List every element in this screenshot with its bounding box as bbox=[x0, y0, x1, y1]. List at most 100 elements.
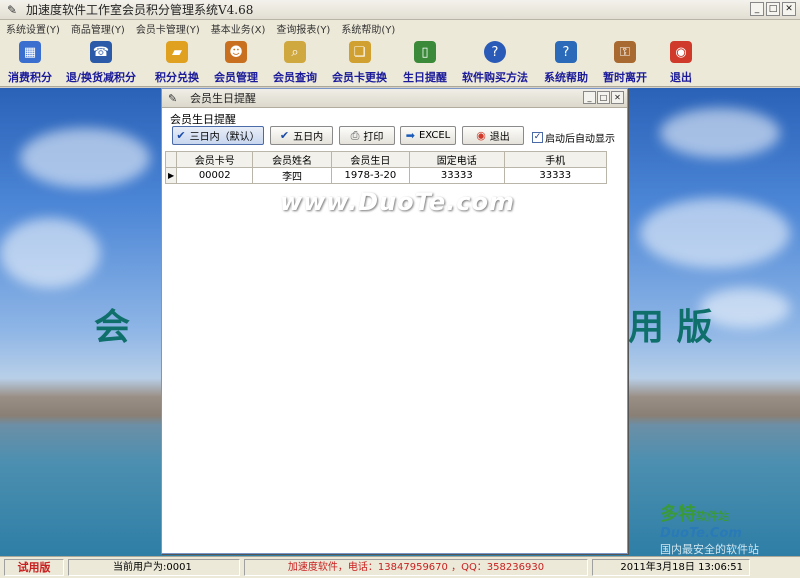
menu-card-management[interactable]: 会员卡管理(Y) bbox=[136, 21, 200, 36]
watermark-right: 用 版 bbox=[628, 306, 713, 348]
cloud bbox=[20, 128, 150, 188]
birthday-grid: 会员卡号 会员姓名 会员生日 固定电话 手机 ▶ 00002 李四 1978-3… bbox=[164, 151, 607, 184]
toolbar-birthday-reminder[interactable]: ▯ 生日提醒 bbox=[403, 39, 447, 85]
dialog-maximize-button[interactable]: □ bbox=[597, 91, 610, 104]
toolbar-member-management[interactable]: ☻ 会员管理 bbox=[214, 39, 258, 85]
toolbar-label: 会员管理 bbox=[214, 71, 258, 84]
dialog-minimize-button[interactable]: _ bbox=[583, 91, 596, 104]
minimize-button[interactable]: _ bbox=[750, 2, 764, 16]
table-row[interactable]: ▶ 00002 李四 1978-3-20 33333 33333 bbox=[164, 167, 607, 184]
checkbox-label: 启动后自动显示 bbox=[545, 134, 615, 145]
button-label: 五日内 bbox=[293, 132, 324, 143]
menu-basic-business[interactable]: 基本业务(X) bbox=[211, 21, 266, 36]
dialog-toolbar: ✔ 三日内（默认） ✔ 五日内 ⎙ 打印 ➡ EXCEL ◉ 退出 ✓ 启动后自… bbox=[162, 123, 627, 149]
column-header[interactable]: 手机 bbox=[503, 151, 607, 168]
three-days-button[interactable]: ✔ 三日内（默认） bbox=[172, 126, 264, 145]
duote-logo: 多特软件站 DuoTe.Com 国内最安全的软件站 bbox=[660, 500, 759, 556]
check-icon: ✔ bbox=[176, 129, 186, 142]
folder-icon: ▰ bbox=[166, 41, 188, 63]
logo-domain: DuoTe.Com bbox=[660, 526, 742, 541]
cellphone-icon: ▯ bbox=[414, 41, 436, 63]
dialog-exit-button[interactable]: ◉ 退出 bbox=[462, 126, 524, 145]
menu-system-settings[interactable]: 系统设置(Y) bbox=[6, 21, 60, 36]
cloud bbox=[0, 218, 100, 288]
main-toolbar: ▦ 消费积分 ☎ 退/换货减积分 ▰ 积分兑换 ☻ 会员管理 ⌕ 会员查询 ❏ … bbox=[0, 37, 800, 87]
row-indicator-icon: ▶ bbox=[164, 167, 178, 184]
logo-text: 多特 bbox=[660, 504, 696, 525]
toolbar-label: 退出 bbox=[670, 71, 692, 84]
toolbar-label: 暂时离开 bbox=[603, 71, 647, 84]
column-header[interactable]: 会员姓名 bbox=[252, 151, 332, 168]
logo-text-small: 软件站 bbox=[696, 510, 729, 523]
toolbar-label: 生日提醒 bbox=[403, 71, 447, 84]
toolbar-label: 积分兑换 bbox=[155, 71, 199, 84]
column-header[interactable]: 会员卡号 bbox=[176, 151, 254, 168]
checkbox-check-icon: ✓ bbox=[532, 132, 543, 143]
cell-name[interactable]: 李四 bbox=[252, 167, 332, 184]
grid-header-row: 会员卡号 会员姓名 会员生日 固定电话 手机 bbox=[164, 151, 607, 168]
toolbar-label: 会员查询 bbox=[273, 71, 317, 84]
button-label: EXCEL bbox=[418, 130, 451, 141]
column-header[interactable]: 固定电话 bbox=[409, 151, 505, 168]
dialog-close-button[interactable]: ✕ bbox=[611, 91, 624, 104]
row-indicator-header bbox=[164, 151, 178, 168]
cell-phone[interactable]: 33333 bbox=[409, 167, 505, 184]
menu-help[interactable]: 系统帮助(Y) bbox=[341, 21, 395, 36]
toolbar-label: 系统帮助 bbox=[544, 71, 588, 84]
menu-reports[interactable]: 查询报表(Y) bbox=[276, 21, 330, 36]
cloud bbox=[660, 108, 780, 158]
window-title: 加速度软件工作室会员积分管理系统V4.68 bbox=[26, 3, 254, 17]
status-bar: 试用版 当前用户为:0001 加速度软件，电话：13847959670 ，QQ：… bbox=[0, 556, 800, 578]
menu-product-management[interactable]: 商品管理(Y) bbox=[71, 21, 125, 36]
trial-badge: 试用版 bbox=[4, 559, 64, 576]
print-button[interactable]: ⎙ 打印 bbox=[339, 126, 395, 145]
search-icon: ⌕ bbox=[284, 41, 306, 63]
toolbar-return-points[interactable]: ☎ 退/换货减积分 bbox=[66, 39, 136, 85]
birthday-reminder-dialog: ✎ 会员生日提醒 _ □ ✕ 会员生日提醒 ✔ 三日内（默认） ✔ 五日内 ⎙ … bbox=[161, 88, 628, 554]
toolbar-lock[interactable]: ⚿ 暂时离开 bbox=[603, 39, 647, 85]
cell-birthday[interactable]: 1978-3-20 bbox=[330, 167, 411, 184]
cell-mobile[interactable]: 33333 bbox=[503, 167, 607, 184]
toolbar-label: 退/换货减积分 bbox=[66, 71, 137, 84]
cell-card-no[interactable]: 00002 bbox=[176, 167, 254, 184]
close-button[interactable]: ✕ bbox=[782, 2, 796, 16]
five-days-button[interactable]: ✔ 五日内 bbox=[270, 126, 333, 145]
dialog-title-bar: ✎ 会员生日提醒 _ □ ✕ bbox=[162, 89, 627, 108]
excel-button[interactable]: ➡ EXCEL bbox=[400, 126, 456, 145]
help-icon: ? bbox=[484, 41, 506, 63]
exit-icon: ◉ bbox=[476, 129, 486, 142]
dialog-title: 会员生日提醒 bbox=[190, 92, 256, 105]
toolbar-purchase-method[interactable]: ? 软件购买方法 bbox=[462, 39, 528, 85]
cloud bbox=[700, 288, 790, 328]
column-header[interactable]: 会员生日 bbox=[330, 151, 411, 168]
button-label: 退出 bbox=[489, 132, 510, 143]
watermark-left: 会 bbox=[94, 306, 131, 348]
current-user: 当前用户为:0001 bbox=[68, 559, 240, 576]
status-datetime: 2011年3月18日 13:06:51 bbox=[592, 559, 750, 576]
users-icon: ☻ bbox=[225, 41, 247, 63]
toolbar-card-change[interactable]: ❏ 会员卡更换 bbox=[332, 39, 387, 85]
toolbar-consume-points[interactable]: ▦ 消费积分 bbox=[8, 39, 52, 85]
watermark-center: www.DuoTe.com bbox=[280, 188, 515, 216]
help-book-icon: ? bbox=[555, 41, 577, 63]
toolbar-redeem-points[interactable]: ▰ 积分兑换 bbox=[155, 39, 199, 85]
auto-show-checkbox[interactable]: ✓ 启动后自动显示 bbox=[532, 130, 615, 145]
toolbar-label: 软件购买方法 bbox=[462, 71, 528, 84]
exit-icon: ◉ bbox=[670, 41, 692, 63]
main-title-bar: ✎ 加速度软件工作室会员积分管理系统V4.68 _ □ ✕ bbox=[0, 0, 800, 20]
phone-icon: ☎ bbox=[90, 41, 113, 63]
lock-icon: ⚿ bbox=[614, 41, 636, 63]
arrow-right-icon: ➡ bbox=[405, 129, 415, 142]
menu-bar: 系统设置(Y) 商品管理(Y) 会员卡管理(Y) 基本业务(X) 查询报表(Y)… bbox=[0, 20, 800, 37]
cloud bbox=[640, 198, 790, 268]
toolbar-label: 会员卡更换 bbox=[332, 71, 387, 84]
toolbar-system-help[interactable]: ? 系统帮助 bbox=[544, 39, 588, 85]
printer-icon: ⎙ bbox=[350, 128, 360, 142]
logo-slogan: 国内最安全的软件站 bbox=[660, 543, 759, 556]
button-label: 打印 bbox=[363, 132, 384, 143]
toolbar-exit[interactable]: ◉ 退出 bbox=[670, 39, 692, 85]
book-icon: ❏ bbox=[348, 41, 371, 63]
maximize-button[interactable]: □ bbox=[766, 2, 780, 16]
toolbar-member-search[interactable]: ⌕ 会员查询 bbox=[273, 39, 317, 85]
app-icon: ✎ bbox=[6, 2, 18, 17]
